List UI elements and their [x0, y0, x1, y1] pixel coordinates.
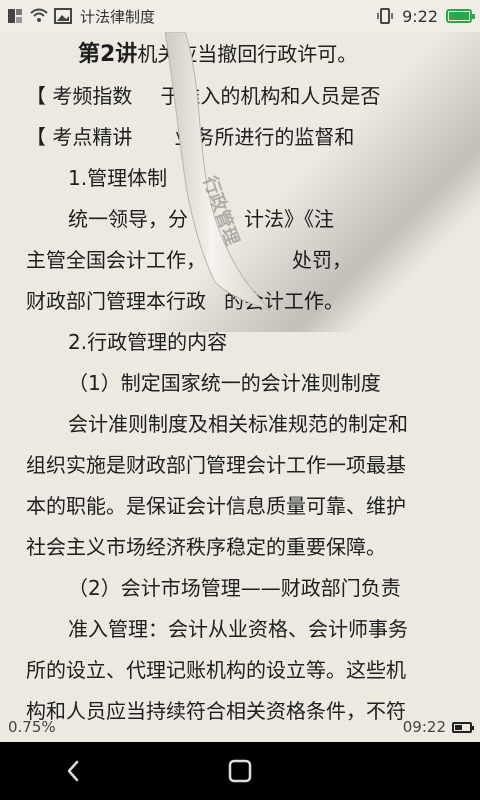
home-icon: [228, 759, 252, 783]
app-icon: [6, 7, 24, 25]
text-line: （1）制定国家统一的会计准则制度: [68, 371, 381, 395]
reader-content: 第2讲机关应当撤回行政许可。 【 考频指数 于准入的机构和人员是否 【 考点精讲业…: [0, 32, 480, 723]
wifi-icon: [30, 7, 48, 25]
home-button[interactable]: [220, 751, 260, 791]
reading-progress: 0.75%: [8, 718, 56, 736]
back-button[interactable]: [54, 751, 94, 791]
text-line: （2）会计市场管理——财政部门负责: [68, 576, 401, 600]
text-line: 社会主义市场经济秩序稳定的重要保障。: [26, 535, 386, 559]
image-icon: [54, 7, 72, 25]
vibrate-icon: [376, 7, 394, 25]
footer-time: 09:22: [402, 718, 446, 736]
text-line: 【 考点精讲 业务所进行的监督和: [26, 125, 355, 149]
text-line: 2.行政管理的内容: [68, 330, 228, 354]
text-line: 财政部门管理本行政 的会计工作。: [26, 289, 344, 313]
navigation-bar: [0, 742, 480, 800]
app-title: 计法律制度: [80, 7, 156, 26]
reader-page[interactable]: 第2讲机关应当撤回行政许可。 【 考频指数 于准入的机构和人员是否 【 考点精讲业…: [0, 32, 480, 742]
reader-footer: 0.75% 09:22: [0, 712, 480, 742]
text-line: 本的职能。是保证会计信息质量可靠、维护: [26, 494, 406, 518]
text-line: 会计准则制度及相关标准规范的制定和: [68, 412, 408, 436]
battery-icon: [446, 9, 475, 23]
status-time: 9:22: [402, 6, 438, 26]
footer-battery-icon: [452, 721, 474, 733]
status-bar: 计法律制度 9:22: [0, 0, 480, 32]
text-line: 【 考频指数 于准入的机构和人员是否: [26, 84, 381, 108]
text-line: 所的设立、代理记账机构的设立等。这些机: [26, 658, 406, 682]
text-line: 准入管理：会计从业资格、会计师事务: [68, 617, 408, 641]
text-line: 组织实施是财政部门管理会计工作一项最基: [26, 453, 406, 477]
text-line: 1.管理体制: [68, 166, 168, 190]
back-icon: [67, 760, 79, 782]
chapter-heading: 第2讲机关应当撤回行政许可。: [78, 42, 358, 67]
text-line: 主管全国会计工作， 处罚，: [26, 248, 352, 272]
